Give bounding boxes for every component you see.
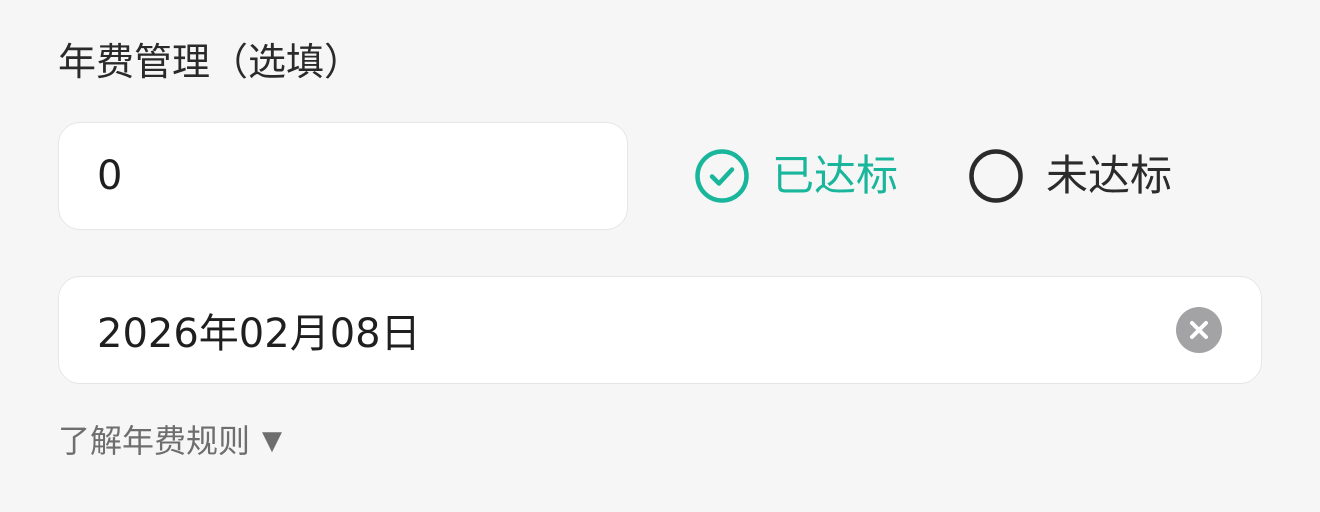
date-value: 2026年02月08日 [97,311,421,357]
empty-circle-icon [969,149,1023,203]
caret-down-icon: ▼ [262,426,283,456]
annual-fee-amount-input[interactable] [97,153,577,199]
rules-link-label: 了解年费规则 [58,422,251,460]
status-option-label: 已达标 [772,151,899,200]
date-field[interactable]: 2026年02月08日 [58,276,1262,384]
section-title: 年费管理（选填） [58,40,363,84]
annual-fee-rules-link[interactable]: 了解年费规则 ▼ [58,418,282,464]
clear-icon[interactable] [1175,306,1223,354]
status-option-not-achieved[interactable]: 未达标 [968,148,1172,204]
status-option-achieved[interactable]: 已达标 [694,148,898,204]
check-circle-icon [695,149,749,203]
status-option-label: 未达标 [1046,151,1173,200]
annual-fee-amount-field[interactable] [58,122,628,230]
